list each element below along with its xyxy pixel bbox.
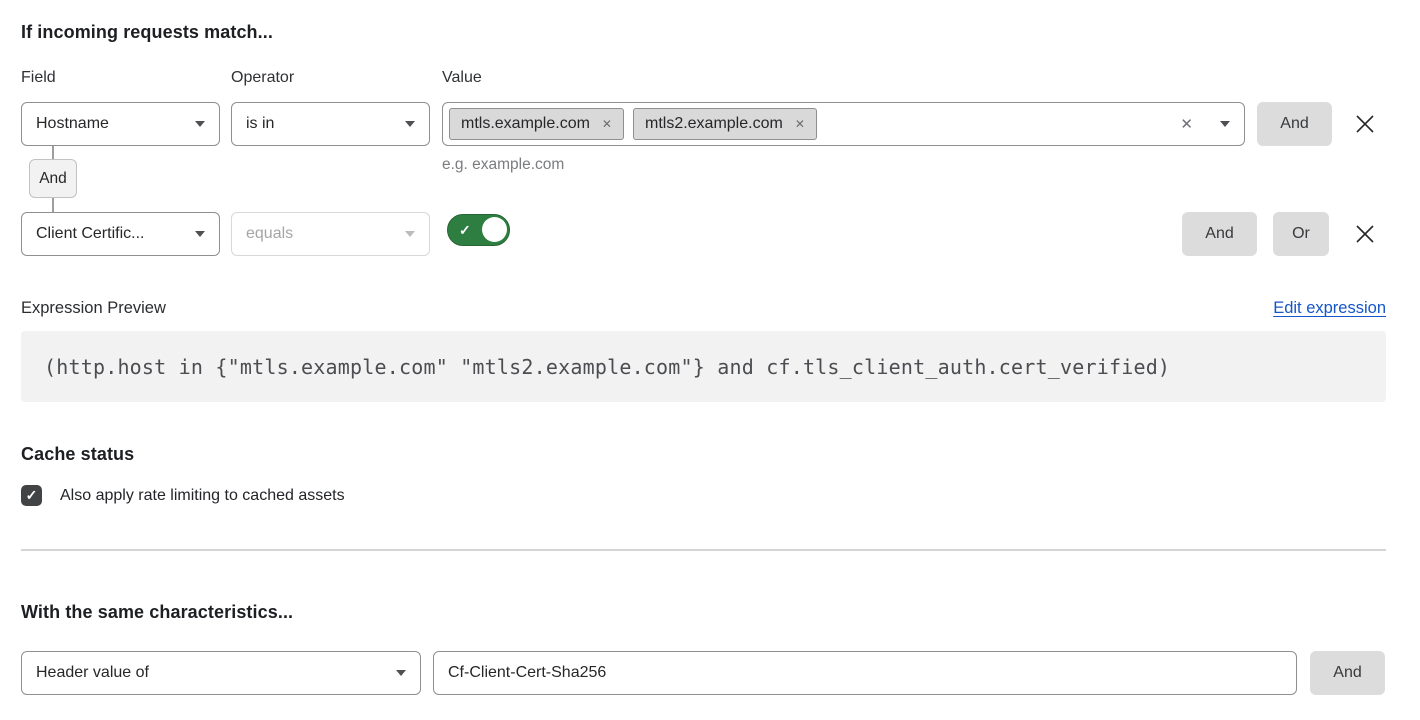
chevron-down-icon: [195, 121, 205, 127]
value-toggle-on[interactable]: ✓: [447, 214, 510, 246]
edit-expression-link[interactable]: Edit expression: [1273, 299, 1386, 318]
cached-assets-checkbox-label[interactable]: Also apply rate limiting to cached asset…: [60, 487, 345, 505]
value-tag-label: mtls2.example.com: [645, 115, 783, 133]
connector-line-top: [52, 146, 54, 159]
operator-select-row2-value: equals: [246, 225, 293, 243]
operator-column-label: Operator: [231, 69, 294, 87]
field-select-row2-value: Client Certific...: [36, 225, 144, 243]
close-icon: [1354, 113, 1376, 135]
operator-select-row1[interactable]: is in: [231, 102, 430, 146]
clear-values-icon[interactable]: ✕: [1180, 117, 1193, 132]
chevron-down-icon: [405, 231, 415, 237]
field-select-row2[interactable]: Client Certific...: [21, 212, 220, 256]
delete-row2-button[interactable]: [1353, 222, 1377, 246]
toggle-knob: [482, 217, 507, 242]
operator-select-row2-disabled: equals: [231, 212, 430, 256]
expression-code: (http.host in {"mtls.example.com" "mtls2…: [44, 355, 1170, 379]
value-helper-text: e.g. example.com: [442, 156, 564, 174]
value-tag[interactable]: mtls2.example.com ✕: [633, 108, 817, 140]
value-column-label: Value: [442, 69, 482, 87]
cache-status-title: Cache status: [21, 444, 134, 465]
chevron-down-icon: [396, 670, 406, 676]
delete-row1-button[interactable]: [1353, 112, 1377, 136]
operator-select-row1-value: is in: [246, 115, 274, 133]
header-name-input[interactable]: [433, 651, 1297, 695]
field-select-row1-value: Hostname: [36, 115, 109, 133]
remove-tag-icon[interactable]: ✕: [602, 118, 612, 130]
expression-preview-label: Expression Preview: [21, 299, 166, 318]
chevron-down-icon[interactable]: [1220, 121, 1230, 127]
and-button-characteristics[interactable]: And: [1310, 651, 1385, 695]
and-button-row1[interactable]: And: [1257, 102, 1332, 146]
connector-line-bottom: [52, 198, 54, 212]
match-section-title: If incoming requests match...: [21, 22, 273, 43]
remove-tag-icon[interactable]: ✕: [795, 118, 805, 130]
close-icon: [1354, 223, 1376, 245]
value-multiselect[interactable]: mtls.example.com ✕ mtls2.example.com ✕ ✕: [442, 102, 1245, 146]
field-column-label: Field: [21, 69, 56, 87]
check-icon: ✓: [26, 488, 38, 502]
logic-connector-button[interactable]: And: [29, 159, 77, 198]
characteristic-select[interactable]: Header value of: [21, 651, 421, 695]
chevron-down-icon: [405, 121, 415, 127]
chevron-down-icon: [195, 231, 205, 237]
check-icon: ✓: [459, 221, 471, 239]
value-tag-label: mtls.example.com: [461, 115, 590, 133]
rule-builder: If incoming requests match... Field Oper…: [0, 0, 1420, 720]
value-tag[interactable]: mtls.example.com ✕: [449, 108, 624, 140]
characteristics-section-title: With the same characteristics...: [21, 602, 293, 623]
and-button-row2[interactable]: And: [1182, 212, 1257, 256]
field-select-row1[interactable]: Hostname: [21, 102, 220, 146]
section-divider: [21, 549, 1386, 551]
cached-assets-checkbox[interactable]: ✓: [21, 485, 42, 506]
characteristic-select-value: Header value of: [36, 664, 149, 682]
expression-preview-box: (http.host in {"mtls.example.com" "mtls2…: [21, 331, 1386, 402]
or-button-row2[interactable]: Or: [1273, 212, 1329, 256]
